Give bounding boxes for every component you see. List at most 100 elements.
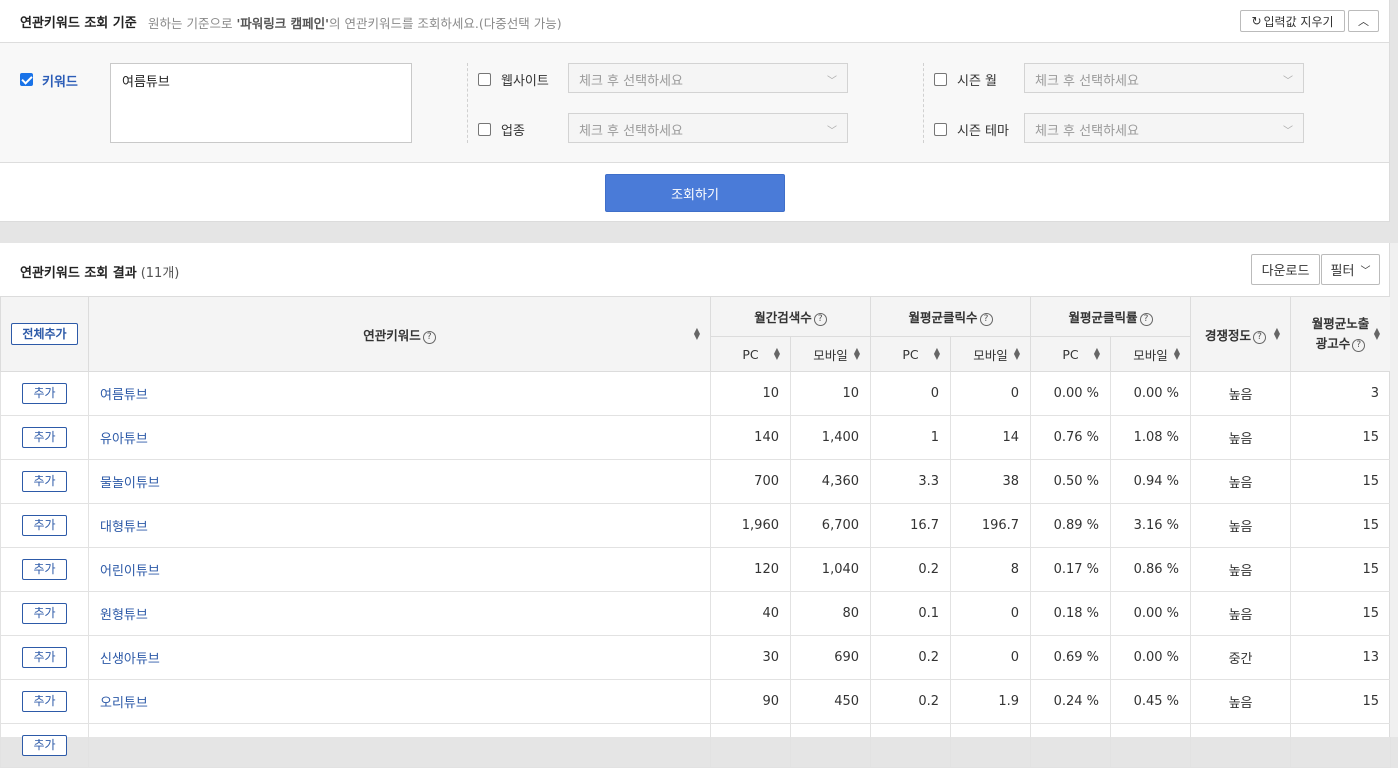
website-select[interactable]: 체크 후 선택하세요 ﹀ bbox=[568, 63, 848, 93]
cell-keyword[interactable]: 원형튜브 bbox=[88, 591, 711, 636]
add-button[interactable]: 추가 bbox=[22, 735, 67, 756]
sort-icon[interactable]: ▲ ▼ bbox=[854, 347, 860, 361]
industry-checkbox[interactable] bbox=[478, 123, 491, 136]
results-body: 추가 여름튜브 10 10 0 0 0.00 % 0.00 % 높음 3 추가 유아튜브 140 1,40… bbox=[0, 371, 1392, 768]
cell-click-mobile: 0 bbox=[950, 371, 1032, 416]
season-month-checkbox[interactable] bbox=[934, 73, 947, 86]
add-cell: 추가 bbox=[0, 371, 89, 416]
sort-icon[interactable]: ▲ ▼ bbox=[1174, 347, 1180, 361]
ctr-pc-header[interactable]: PC ▲ ▼ bbox=[1030, 336, 1112, 372]
cell-ads: 15 bbox=[1290, 591, 1392, 636]
season-theme-checkbox[interactable] bbox=[934, 123, 947, 136]
keyword-textarea[interactable]: 여름튜브 bbox=[110, 63, 412, 143]
filter-button[interactable]: 필터 ﹀ bbox=[1321, 254, 1380, 285]
cell-keyword[interactable]: 신생아튜브 bbox=[88, 635, 711, 680]
cell-ctr-mobile: 0.86 % bbox=[1110, 547, 1192, 592]
add-button[interactable]: 추가 bbox=[22, 471, 67, 492]
table-row: 추가 오리튜브 90 450 0.2 1.9 0.24 % 0.45 % 높음 15 bbox=[0, 679, 1392, 724]
add-button[interactable]: 추가 bbox=[22, 559, 67, 580]
avg-clicks-label: 월평균클릭수 bbox=[908, 310, 978, 325]
keyword-header[interactable]: 연관키워드? ▲ ▼ bbox=[88, 296, 711, 372]
sort-icon[interactable]: ▲ ▼ bbox=[934, 347, 940, 361]
add-button[interactable]: 추가 bbox=[22, 647, 67, 668]
cell-ctr-mobile: 3.16 % bbox=[1110, 503, 1192, 548]
cell-ctr-mobile: 1.08 % bbox=[1110, 415, 1192, 460]
add-button[interactable]: 추가 bbox=[22, 691, 67, 712]
cell-search-pc: 40 bbox=[710, 591, 791, 636]
click-mobile-header[interactable]: 모바일 ▲ ▼ bbox=[950, 336, 1032, 372]
competition-header[interactable]: 경쟁정도? ▲ ▼ bbox=[1190, 296, 1292, 372]
desc-prefix: 원하는 기준으로 bbox=[148, 16, 237, 31]
add-button[interactable]: 추가 bbox=[22, 603, 67, 624]
cell-ads: 15 bbox=[1290, 503, 1392, 548]
add-all-button[interactable]: 전체추가 bbox=[11, 323, 78, 345]
cell-search-mobile: 690 bbox=[789, 635, 872, 680]
divider bbox=[923, 63, 924, 143]
add-button[interactable]: 추가 bbox=[22, 383, 67, 404]
cell-ads: 15 bbox=[1290, 415, 1392, 460]
clear-inputs-label: 입력값 지우기 bbox=[1263, 14, 1334, 29]
cell-search-pc: 700 bbox=[710, 459, 791, 504]
sort-icon[interactable]: ▲ ▼ bbox=[1374, 327, 1380, 341]
add-button[interactable]: 추가 bbox=[22, 515, 67, 536]
add-button[interactable]: 추가 bbox=[22, 427, 67, 448]
website-checkbox[interactable] bbox=[478, 73, 491, 86]
keyword-checkbox[interactable] bbox=[20, 73, 33, 86]
pc-label: PC bbox=[1062, 346, 1079, 362]
ctr-mobile-header[interactable]: 모바일 ▲ ▼ bbox=[1110, 336, 1192, 372]
keyword-label: 키워드 bbox=[42, 75, 78, 90]
help-icon[interactable]: ? bbox=[979, 313, 993, 326]
cell-ctr-pc bbox=[1030, 723, 1112, 768]
chevron-down-icon: ﹀ bbox=[827, 126, 837, 137]
scrollbar[interactable] bbox=[1390, 243, 1398, 737]
cell-keyword[interactable] bbox=[88, 723, 711, 768]
help-icon[interactable]: ? bbox=[1253, 330, 1267, 344]
cell-ads bbox=[1290, 723, 1392, 768]
cell-search-mobile: 10 bbox=[789, 371, 872, 416]
cell-click-mobile: 38 bbox=[950, 459, 1032, 504]
help-icon[interactable]: ? bbox=[422, 330, 436, 344]
table-row: 추가 bbox=[0, 723, 1392, 768]
help-icon[interactable]: ? bbox=[1352, 339, 1366, 352]
search-button[interactable]: 조회하기 bbox=[605, 174, 785, 212]
cell-ctr-pc: 0.50 % bbox=[1030, 459, 1112, 504]
clear-inputs-button[interactable]: ↻ 입력값 지우기 bbox=[1240, 10, 1345, 32]
cell-click-pc: 0.2 bbox=[870, 679, 952, 724]
sort-icon[interactable]: ▲ ▼ bbox=[694, 327, 700, 341]
cell-click-pc: 0 bbox=[870, 371, 952, 416]
cell-ctr-pc: 0.18 % bbox=[1030, 591, 1112, 636]
refresh-icon: ↻ bbox=[1251, 14, 1262, 28]
search-mobile-header[interactable]: 모바일 ▲ ▼ bbox=[789, 336, 872, 372]
cell-competition: 중간 bbox=[1190, 635, 1292, 680]
cell-click-mobile: 1.9 bbox=[950, 679, 1032, 724]
sort-icon[interactable]: ▲ ▼ bbox=[774, 347, 780, 361]
avg-ads-header[interactable]: 월평균노출 광고수? ▲ ▼ bbox=[1290, 296, 1392, 372]
season-theme-select[interactable]: 체크 후 선택하세요 ﹀ bbox=[1024, 113, 1304, 143]
chevron-down-icon: ﹀ bbox=[1283, 126, 1293, 137]
cell-ctr-mobile: 0.94 % bbox=[1110, 459, 1192, 504]
season-month-select-placeholder: 체크 후 선택하세요 bbox=[1035, 74, 1139, 89]
industry-select[interactable]: 체크 후 선택하세요 ﹀ bbox=[568, 113, 848, 143]
monthly-search-header: 월간검색수? bbox=[709, 296, 872, 337]
sort-icon[interactable]: ▲ ▼ bbox=[1274, 327, 1280, 341]
season-month-select[interactable]: 체크 후 선택하세요 ﹀ bbox=[1024, 63, 1304, 93]
collapse-button[interactable]: ︿ bbox=[1348, 10, 1379, 32]
help-icon[interactable]: ? bbox=[813, 313, 827, 326]
sort-icon[interactable]: ▲ ▼ bbox=[1014, 347, 1020, 361]
cell-keyword[interactable]: 물놀이튜브 bbox=[88, 459, 711, 504]
season-theme-label: 시즌 테마 bbox=[957, 124, 1009, 139]
mobile-label: 모바일 bbox=[1133, 347, 1168, 363]
cell-keyword[interactable]: 어린이튜브 bbox=[88, 547, 711, 592]
sort-icon[interactable]: ▲ ▼ bbox=[1094, 347, 1100, 361]
cell-keyword[interactable]: 유아튜브 bbox=[88, 415, 711, 460]
search-pc-header[interactable]: PC ▲ ▼ bbox=[710, 336, 791, 372]
download-button[interactable]: 다운로드 bbox=[1251, 254, 1320, 285]
cell-keyword[interactable]: 오리튜브 bbox=[88, 679, 711, 724]
cell-click-pc: 0.2 bbox=[870, 635, 952, 680]
cell-keyword[interactable]: 대형튜브 bbox=[88, 503, 711, 548]
cell-keyword[interactable]: 여름튜브 bbox=[88, 371, 711, 416]
click-pc-header[interactable]: PC ▲ ▼ bbox=[870, 336, 952, 372]
website-label: 웹사이트 bbox=[501, 74, 549, 89]
help-icon[interactable]: ? bbox=[1139, 313, 1153, 326]
chevron-down-icon: ﹀ bbox=[1283, 76, 1293, 87]
